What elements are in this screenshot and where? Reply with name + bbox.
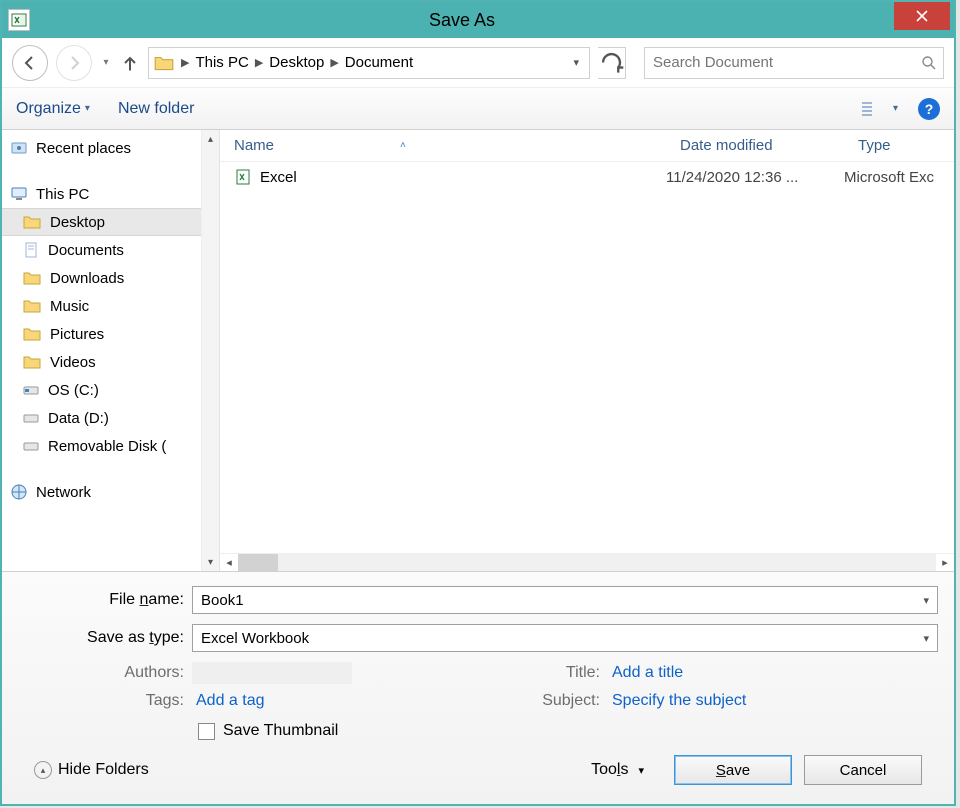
body: Recent places This PC Desktop Documents [2,130,954,571]
filename-input[interactable]: Book1 ▾ [192,586,938,614]
tree-network[interactable]: Network [2,478,201,506]
tree-documents[interactable]: Documents [2,236,201,264]
scrollbar-thumb[interactable] [238,554,278,571]
tree-pictures[interactable]: Pictures [2,320,201,348]
tools-menu[interactable]: Tools ▾ [591,761,644,779]
subject-field[interactable]: Specify the subject [608,690,768,712]
save-as-dialog: Save As ▾ ▶ This PC ▶ Desktop ▶ Document… [0,0,956,806]
up-button[interactable] [120,53,140,73]
cancel-button[interactable]: Cancel [804,755,922,785]
breadcrumb-dropdown[interactable]: ▾ [573,56,579,69]
breadcrumb-this-pc[interactable]: This PC [191,54,252,71]
toolbar: Organize ▾ New folder ▾ ? [2,88,954,130]
saveastype-label: Save as type: [18,629,184,647]
chevron-right-icon: ▶ [181,56,189,69]
hide-folders-button[interactable]: Hide Folders [58,761,149,779]
view-dropdown[interactable]: ▾ [893,103,898,114]
drive-icon [22,409,40,427]
tree-videos[interactable]: Videos [2,348,201,376]
chevron-right-icon: ▶ [255,56,263,69]
column-type[interactable]: Type [844,137,954,154]
folder-icon [22,296,42,316]
file-rows: Excel 11/24/2020 12:36 ... Microsoft Exc [220,162,954,553]
tree-desktop[interactable]: Desktop [2,208,201,236]
file-date: 11/24/2020 12:36 ... [666,169,844,186]
breadcrumb-document[interactable]: Document [341,54,417,71]
scroll-down-icon[interactable]: ▾ [208,553,213,571]
dialog-footer: ▴ Hide Folders Tools ▾ Save Cancel [18,746,938,794]
close-button[interactable] [894,2,950,30]
tree-scrollbar[interactable]: ▴ ▾ [201,130,219,571]
chevron-right-icon: ▶ [330,56,338,69]
authors-field[interactable] [192,662,352,684]
subject-label: Subject: [514,692,600,710]
folder-icon [22,212,42,232]
chevron-down-icon[interactable]: ▾ [923,632,929,645]
save-button[interactable]: Save [674,755,792,785]
tags-field[interactable]: Add a tag [192,690,352,712]
navigation-tree: Recent places This PC Desktop Documents [2,130,220,571]
filename-label: File name: [18,591,184,609]
navigation-bar: ▾ ▶ This PC ▶ Desktop ▶ Document ▾ [2,38,954,88]
tags-label: Tags: [18,692,184,710]
new-folder-button[interactable]: New folder [118,100,194,118]
view-options-button[interactable] [853,95,889,123]
computer-icon [10,185,28,203]
excel-app-icon [8,9,30,31]
tree-recent-places[interactable]: Recent places [2,134,201,162]
breadcrumb-desktop[interactable]: Desktop [265,54,328,71]
scroll-right-icon[interactable]: ▸ [936,556,954,569]
save-thumbnail-checkbox[interactable] [198,723,215,740]
drive-icon [22,437,40,455]
column-date[interactable]: Date modified [666,137,844,154]
drive-icon [22,381,40,399]
history-dropdown[interactable]: ▾ [100,57,112,68]
folder-icon [22,324,42,344]
file-list: Name ˄ Date modified Type Excel 11/24/20… [220,130,954,571]
chevron-down-icon: ▾ [85,103,90,114]
network-icon [10,483,28,501]
documents-icon [22,241,40,259]
chevron-down-icon[interactable]: ▾ [923,594,929,607]
search-box[interactable] [644,47,944,79]
column-name[interactable]: Name ˄ [220,137,666,154]
search-icon [921,55,937,71]
chevron-down-icon: ▾ [638,764,644,777]
search-input[interactable] [651,53,921,72]
scroll-up-icon[interactable]: ▴ [208,130,213,148]
tree-downloads[interactable]: Downloads [2,264,201,292]
back-button[interactable] [12,45,48,81]
recent-places-icon [10,139,28,157]
authors-label: Authors: [18,664,184,682]
file-name: Excel [260,169,297,186]
file-list-header: Name ˄ Date modified Type [220,130,954,162]
sort-indicator-icon: ˄ [400,140,406,151]
tree-removable-disk[interactable]: Removable Disk ( [2,432,201,460]
excel-file-icon [234,168,252,186]
title-bar: Save As [2,2,954,38]
horizontal-scrollbar[interactable]: ◂ ▸ [220,553,954,571]
forward-button[interactable] [56,45,92,81]
dialog-title: Save As [30,10,894,31]
folder-icon [22,352,42,372]
file-type: Microsoft Exc [844,169,954,186]
tree-drive-d[interactable]: Data (D:) [2,404,201,432]
breadcrumb-bar[interactable]: ▶ This PC ▶ Desktop ▶ Document ▾ [148,47,590,79]
folder-icon [153,52,175,74]
title-label: Title: [514,664,600,682]
save-form: File name: Book1 ▾ Save as type: Excel W… [2,571,954,804]
file-row[interactable]: Excel 11/24/2020 12:36 ... Microsoft Exc [220,162,954,192]
organize-menu[interactable]: Organize ▾ [16,100,90,118]
refresh-button[interactable] [598,47,626,79]
saveastype-dropdown[interactable]: Excel Workbook ▾ [192,624,938,652]
folder-icon [22,268,42,288]
tree-drive-c[interactable]: OS (C:) [2,376,201,404]
title-field[interactable]: Add a title [608,662,768,684]
scroll-left-icon[interactable]: ◂ [220,556,238,569]
tree-music[interactable]: Music [2,292,201,320]
tree-this-pc[interactable]: This PC [2,180,201,208]
save-thumbnail-label: Save Thumbnail [223,722,338,740]
collapse-icon[interactable]: ▴ [34,761,52,779]
help-button[interactable]: ? [918,98,940,120]
